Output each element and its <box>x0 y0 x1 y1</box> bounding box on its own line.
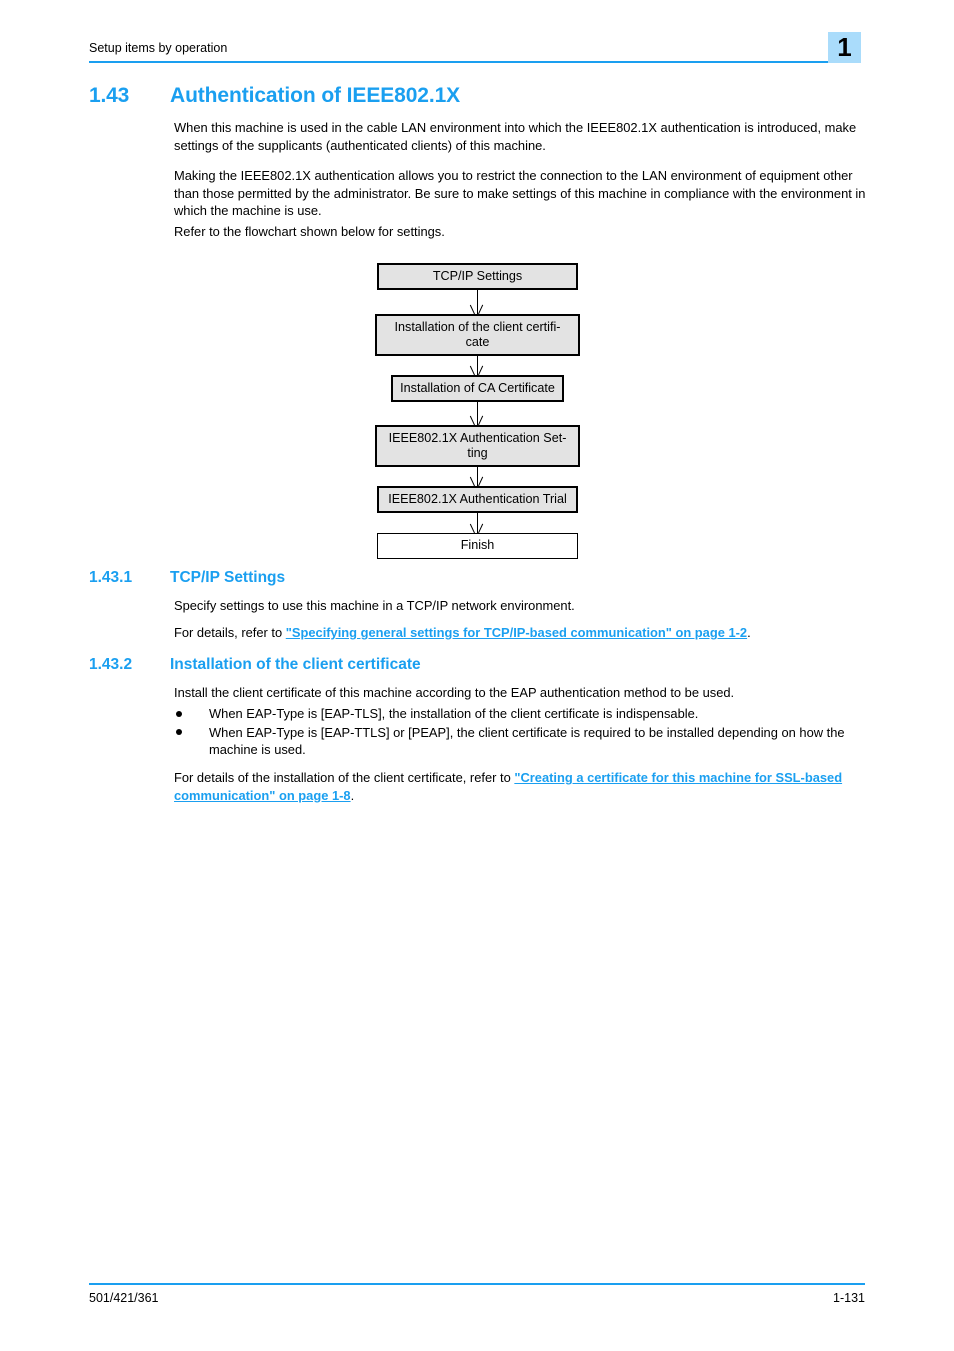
running-header-title: Setup items by operation <box>89 41 228 55</box>
subsection-number: 1.43.2 <box>89 656 133 673</box>
document-page: Setup items by operation 1 1.43 Authenti… <box>0 0 954 1351</box>
subsection-heading-client-certificate: 1.43.2 Installation of the client certif… <box>89 656 879 678</box>
cross-reference-link-tcpip[interactable]: "Specifying general settings for TCP/IP-… <box>286 625 747 640</box>
header-rule <box>89 61 828 63</box>
paragraph-client-certificate-reference: For details of the installation of the c… <box>174 769 866 804</box>
reference-suffix: . <box>747 625 751 640</box>
flowchart-arrow-2 <box>477 356 479 375</box>
flowchart-arrow-4 <box>477 467 479 486</box>
paragraph-tcpip-reference: For details, refer to "Specifying genera… <box>174 624 866 642</box>
eap-type-bullet-list: When EAP-Type is [EAP-TLS], the installa… <box>174 705 874 760</box>
paragraph-intro-2: Making the IEEE802.1X authentication all… <box>174 168 866 218</box>
list-item-label: When EAP-Type is [EAP-TLS], the installa… <box>209 706 699 721</box>
page-footer: 501/421/361 1-131 <box>89 1283 865 1313</box>
subsection-title: TCP/IP Settings <box>170 569 286 586</box>
reference-suffix: . <box>350 787 355 803</box>
flowchart-arrow-1 <box>477 290 479 314</box>
flowchart-box-client-certificate: Installation of the client certifi-cate <box>375 314 580 356</box>
bullet-icon <box>176 710 182 717</box>
section-number: 1.43 <box>89 84 130 107</box>
paragraph-intro-3: Refer to the flowchart shown below for s… <box>174 224 445 239</box>
subsection-number: 1.43.1 <box>89 569 133 586</box>
subsection-title: Installation of the client certificate <box>170 656 421 673</box>
bullet-icon <box>176 729 182 735</box>
reference-prefix: For details of the installation of the c… <box>174 770 515 785</box>
subsection-heading-tcpip: 1.43.1 TCP/IP Settings <box>89 569 879 591</box>
footer-page-number: 1-131 <box>833 1291 865 1305</box>
list-item: When EAP-Type is [EAP-TTLS] or [PEAP], t… <box>174 724 874 759</box>
section-title: Authentication of IEEE802.1X <box>170 84 461 107</box>
flowchart-box-tcpip-settings: TCP/IP Settings <box>377 263 578 290</box>
footer-rule <box>89 1283 865 1285</box>
footer-model-number: 501/421/361 <box>89 1291 159 1305</box>
flowchart-arrow-3 <box>477 402 479 425</box>
reference-prefix: For details, refer to <box>174 625 286 640</box>
list-item: When EAP-Type is [EAP-TLS], the installa… <box>174 705 874 723</box>
section-heading: 1.43 Authentication of IEEE802.1X <box>89 84 879 110</box>
flowchart-box-ca-certificate: Installation of CA Certificate <box>391 375 564 402</box>
paragraph-intro-1: When this machine is used in the cable L… <box>174 120 857 153</box>
chapter-number: 1 <box>837 32 852 62</box>
list-item-label: When EAP-Type is [EAP-TTLS] or [PEAP], t… <box>209 724 845 758</box>
settings-flowchart: TCP/IP Settings Installation of the clie… <box>375 263 580 559</box>
flowchart-box-ieee8021x-trial: IEEE802.1X Authentication Trial <box>377 486 578 513</box>
flowchart-arrow-5 <box>477 513 479 533</box>
flowchart-box-finish: Finish <box>377 533 578 559</box>
paragraph-tcpip-body: Specify settings to use this machine in … <box>174 598 575 613</box>
page-header: Setup items by operation 1 <box>89 32 865 66</box>
paragraph-client-certificate-body: Install the client certificate of this m… <box>174 685 735 700</box>
flowchart-box-ieee8021x-setting: IEEE802.1X Authentication Set-ting <box>375 425 580 467</box>
